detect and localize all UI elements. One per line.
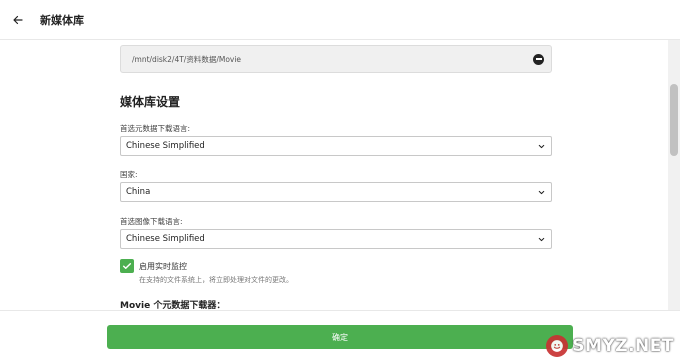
realtime-monitor-description: 在支持的文件系统上，将立即处理对文件的更改。 — [139, 276, 293, 284]
minus-circle-icon — [535, 58, 542, 60]
scrollbar-track[interactable] — [668, 40, 680, 310]
chevron-down-icon — [538, 190, 545, 194]
metadata-downloaders-title: Movie 个元数据下载器： — [120, 301, 226, 310]
metadata-language-select[interactable]: Chinese Simplified — [120, 136, 552, 156]
page-title: 新媒体库 — [40, 13, 84, 27]
remove-folder-button[interactable] — [533, 53, 544, 65]
section-title: 媒体库设置 — [120, 95, 181, 109]
image-language-label: 首选图像下载语言: — [120, 217, 183, 226]
smile-icon — [551, 340, 564, 352]
scrollbar-thumb[interactable] — [670, 84, 678, 156]
image-language-select[interactable]: Chinese Simplified — [120, 229, 552, 249]
folder-path-row[interactable]: /mnt/disk2/4T/资料数据/Movie — [120, 45, 552, 73]
chevron-down-icon — [538, 144, 545, 148]
watermark: SMYZ.NET — [546, 334, 674, 358]
folder-path: /mnt/disk2/4T/资料数据/Movie — [132, 54, 242, 64]
country-label: 国家: — [120, 170, 138, 179]
watermark-text: SMYZ.NET — [572, 336, 674, 356]
country-value: China — [126, 187, 151, 197]
confirm-button[interactable]: 确定 — [107, 325, 573, 349]
metadata-language-value: Chinese Simplified — [126, 141, 205, 151]
realtime-monitor-checkbox[interactable] — [120, 259, 134, 273]
metadata-language-label: 首选元数据下载语言: — [120, 124, 191, 133]
checkmark-icon — [122, 263, 132, 269]
image-language-value: Chinese Simplified — [126, 234, 205, 244]
back-button[interactable] — [10, 12, 26, 28]
country-select[interactable]: China — [120, 182, 552, 202]
dialog-header: 新媒体库 — [0, 0, 680, 40]
dialog-content: /mnt/disk2/4T/资料数据/Movie 媒体库设置 首选元数据下载语言… — [0, 40, 668, 310]
arrow-left-icon — [13, 15, 23, 24]
watermark-logo-icon — [546, 335, 569, 357]
chevron-down-icon — [538, 237, 545, 241]
realtime-monitor-label: 启用实时监控 — [139, 262, 187, 271]
